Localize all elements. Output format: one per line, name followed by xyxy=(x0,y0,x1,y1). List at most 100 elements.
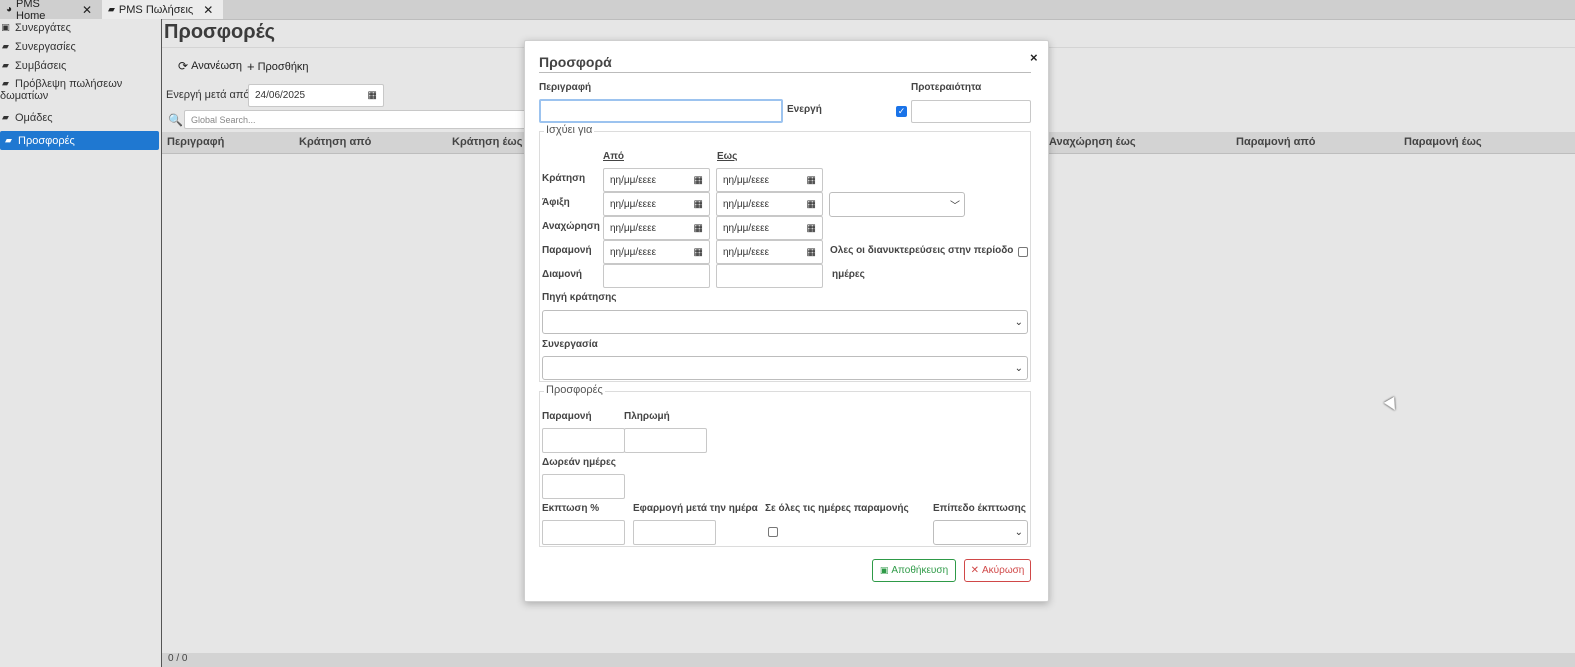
date-value: 24/06/2025 xyxy=(255,90,306,101)
free-days-label: Δωρεάν ημέρες xyxy=(542,457,616,468)
tab-label: PMS Πωλήσεις xyxy=(118,3,194,16)
tab-bar xyxy=(0,0,1575,20)
calendar-icon[interactable]: ▦ xyxy=(807,247,816,258)
sidebar-item-label: Συνεργασίες xyxy=(15,41,76,53)
column-header-description[interactable]: Περιγραφή xyxy=(167,136,224,148)
stay-to-date[interactable]: ηη/μμ/εεεε ▦ xyxy=(716,240,823,264)
priority-input[interactable] xyxy=(911,100,1031,123)
priority-label: Προτεραιότητα xyxy=(911,82,982,93)
discount-level-label: Επίπεδο έκπτωσης xyxy=(933,503,1026,514)
days-label: ημέρες xyxy=(832,269,865,280)
arrival-weekday-select[interactable]: ﹀ xyxy=(829,192,965,217)
to-column-label: Εως xyxy=(717,151,738,162)
calendar-icon[interactable]: ▦ xyxy=(694,199,703,210)
sidebar-item-cooperations[interactable]: ▰ Συνεργασίες xyxy=(0,41,159,55)
date-placeholder: ηη/μμ/εεεε xyxy=(723,198,770,210)
accommodation-max-input[interactable] xyxy=(716,264,823,288)
active-after-date-input[interactable]: 24/06/2025 ▦ xyxy=(248,84,384,107)
column-header-booking-to[interactable]: Κράτηση έως xyxy=(452,136,522,148)
offer-stay-input[interactable] xyxy=(542,428,625,453)
handshake-icon: ▰ xyxy=(2,41,9,51)
booking-to-date[interactable]: ηη/μμ/εεεε ▦ xyxy=(716,168,823,192)
departure-row-label: Αναχώρηση xyxy=(542,221,600,232)
sidebar-item-partners[interactable]: ▣ Συνεργάτες xyxy=(0,22,159,36)
arrival-from-date[interactable]: ηη/μμ/εεεε ▦ xyxy=(603,192,710,216)
offer-payment-input[interactable] xyxy=(624,428,707,453)
pager-text: 0 / 0 xyxy=(168,653,188,664)
chevron-down-icon: ﹀ xyxy=(950,201,960,212)
sidebar-item-offers[interactable]: ▰ Προσφορές xyxy=(0,131,159,150)
calendar-icon[interactable]: ▦ xyxy=(694,175,703,186)
stay-from-date[interactable]: ηη/μμ/εεεε ▦ xyxy=(603,240,710,264)
date-placeholder: ηη/μμ/εεεε xyxy=(610,198,657,210)
handshake-icon: ▰ xyxy=(2,112,9,122)
date-placeholder: ηη/μμ/εεεε xyxy=(723,174,770,186)
booking-source-label: Πηγή κράτησης xyxy=(542,292,617,303)
active-checkbox[interactable]: ✓ xyxy=(896,106,907,117)
sidebar-item-sales-forecast[interactable]: ▰ Πρόβλεψη πωλήσεων δωματίων xyxy=(0,78,159,106)
departure-to-date[interactable]: ηη/μμ/εεεε ▦ xyxy=(716,216,823,240)
free-days-input[interactable] xyxy=(542,474,625,499)
accommodation-row-label: Διαμονή xyxy=(542,269,583,280)
offers-legend: Προσφορές xyxy=(544,384,605,396)
add-label: Προσθήκη xyxy=(257,60,309,73)
cancel-label: Ακύρωση xyxy=(982,565,1025,576)
booking-source-select[interactable]: ⌄ xyxy=(542,310,1028,334)
discount-input[interactable] xyxy=(542,520,625,545)
calendar-icon[interactable]: ▦ xyxy=(694,223,703,234)
booking-row-label: Κράτηση xyxy=(542,173,586,184)
close-icon[interactable]: ✕ xyxy=(203,3,213,17)
stay-row-label: Παραμονή xyxy=(542,245,592,256)
tab-pms-sales[interactable]: ▰ PMS Πωλήσεις ✕ xyxy=(102,0,223,19)
handshake-icon: ▰ xyxy=(5,135,12,145)
column-header-stay-to[interactable]: Παραμονή έως xyxy=(1404,136,1482,148)
dialog-title: Προσφορά xyxy=(539,54,612,70)
active-label: Ενεργή xyxy=(787,104,822,115)
date-placeholder: ηη/μμ/εεεε xyxy=(610,222,657,234)
column-header-stay-from[interactable]: Παραμονή από xyxy=(1236,136,1316,148)
apply-after-input[interactable] xyxy=(633,520,716,545)
cooperation-select[interactable]: ⌄ xyxy=(542,356,1028,380)
refresh-icon: ⟳ xyxy=(178,59,189,73)
sidebar-item-contracts[interactable]: ▰ Συμβάσεις xyxy=(0,60,159,74)
valid-for-legend: Ισχύει για xyxy=(544,124,595,136)
save-button[interactable]: ▣ Αποθήκευση xyxy=(872,559,956,582)
active-after-label: Ενεργή μετά από xyxy=(166,89,250,101)
offer-payment-label: Πληρωμή xyxy=(624,411,670,422)
page-title: Προσφορές xyxy=(164,21,276,43)
plus-icon: + xyxy=(247,59,255,74)
search-icon: 🔍 xyxy=(168,113,183,127)
global-search-input[interactable]: Global Search... xyxy=(184,110,526,129)
add-button[interactable]: + Προσθήκη xyxy=(247,59,309,74)
calendar-icon[interactable]: ▦ xyxy=(807,223,816,234)
arrival-to-date[interactable]: ηη/μμ/εεεε ▦ xyxy=(716,192,823,216)
departure-from-date[interactable]: ηη/μμ/εεεε ▦ xyxy=(603,216,710,240)
calendar-icon[interactable]: ▦ xyxy=(807,199,816,210)
all-overnights-checkbox[interactable] xyxy=(1018,247,1028,257)
description-input[interactable] xyxy=(539,99,783,123)
column-header-departure-to[interactable]: Αναχώρηση έως xyxy=(1049,136,1136,148)
arrival-row-label: Άφιξη xyxy=(542,197,570,208)
calendar-icon[interactable]: ▦ xyxy=(807,175,816,186)
refresh-label: Ανανέωση xyxy=(191,60,242,72)
calendar-icon[interactable]: ▦ xyxy=(368,90,377,101)
discount-level-select[interactable]: ⌄ xyxy=(933,520,1028,545)
calendar-icon[interactable]: ▦ xyxy=(694,247,703,258)
cancel-button[interactable]: ✕ Ακύρωση xyxy=(964,559,1031,582)
handshake-icon: ▰ xyxy=(2,78,9,88)
date-placeholder: ηη/μμ/εεεε xyxy=(610,246,657,258)
all-days-checkbox[interactable] xyxy=(768,527,778,537)
booking-from-date[interactable]: ηη/μμ/εεεε ▦ xyxy=(603,168,710,192)
refresh-button[interactable]: ⟳ Ανανέωση xyxy=(178,59,242,73)
accommodation-min-input[interactable] xyxy=(603,264,710,288)
column-header-booking-from[interactable]: Κράτηση από xyxy=(299,136,371,148)
sidebar-item-label: Πρόβλεψη πωλήσεων xyxy=(15,78,123,90)
date-placeholder: ηη/μμ/εεεε xyxy=(723,246,770,258)
from-column-label: Από xyxy=(603,151,624,162)
sidebar-item-groups[interactable]: ▰ Ομάδες xyxy=(0,112,159,126)
chevron-down-icon: ⌄ xyxy=(1014,527,1023,538)
close-icon[interactable]: ✕ xyxy=(82,3,92,17)
chevron-down-icon: ⌄ xyxy=(1014,316,1023,328)
close-icon[interactable]: × xyxy=(1030,50,1038,65)
tab-pms-home[interactable]: ◕ PMS Home ✕ xyxy=(0,0,98,22)
